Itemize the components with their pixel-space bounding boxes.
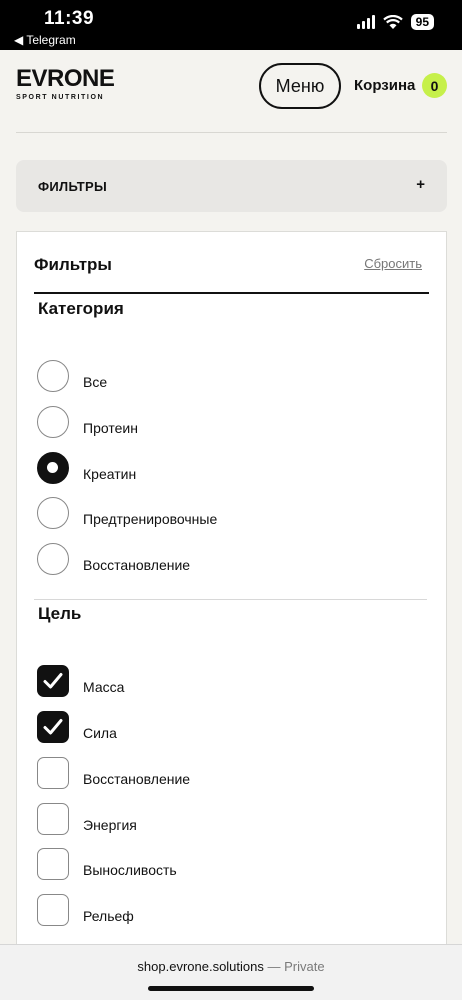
radio-button[interactable] xyxy=(37,360,69,392)
back-to-telegram-link[interactable]: ◀ Telegram xyxy=(14,33,76,47)
cart-link[interactable]: Корзина xyxy=(354,77,415,94)
url-host: shop.evrone.solutions xyxy=(137,959,264,974)
goal-option[interactable]: Сила xyxy=(35,711,425,745)
goal-option[interactable]: Энергия xyxy=(35,803,425,837)
option-label: Все xyxy=(83,374,108,390)
url-display[interactable]: shop.evrone.solutions — Private xyxy=(0,959,462,974)
header-divider xyxy=(16,132,447,133)
option-label: Восстановление xyxy=(83,771,191,787)
status-bar: 11:39 ◀ Telegram 95 xyxy=(0,0,462,50)
battery-icon: 95 xyxy=(410,14,434,30)
option-label: Рельеф xyxy=(83,908,134,924)
plus-icon: + xyxy=(416,176,425,193)
home-indicator[interactable] xyxy=(148,986,314,991)
goal-section-title: Цель xyxy=(38,604,82,623)
checkbox-checked[interactable] xyxy=(37,711,69,743)
private-mode-label: — Private xyxy=(263,959,325,974)
goal-option[interactable]: Восстановление xyxy=(35,757,425,791)
checkbox[interactable] xyxy=(37,757,69,789)
filters-accordion-toggle[interactable]: ФИЛЬТРЫ + xyxy=(16,160,447,212)
radio-button[interactable] xyxy=(37,406,69,438)
title-divider xyxy=(34,292,429,294)
checkbox[interactable] xyxy=(37,894,69,926)
option-label: Масса xyxy=(83,679,125,695)
option-label: Предтренировочные xyxy=(83,511,218,527)
filters-panel: Фильтры Сбросить Категория Все Протеин К… xyxy=(16,231,447,1000)
category-option[interactable]: Восстановление xyxy=(35,543,425,577)
radio-button-selected[interactable] xyxy=(37,452,69,484)
status-icons: 95 xyxy=(356,14,434,30)
menu-button[interactable]: Меню xyxy=(259,63,341,109)
radio-button[interactable] xyxy=(37,497,69,529)
goal-option[interactable]: Выносливость xyxy=(35,848,425,882)
option-label: Восстановление xyxy=(83,557,191,573)
logo-wordmark: EVRONE xyxy=(16,65,115,92)
wifi-icon xyxy=(382,14,403,29)
category-option[interactable]: Все xyxy=(35,360,425,394)
option-label: Энергия xyxy=(83,817,137,833)
option-label: Сила xyxy=(83,725,117,741)
cart-count-badge[interactable]: 0 xyxy=(422,73,447,98)
brand-logo[interactable]: EVRONE SPORT NUTRITION xyxy=(16,65,115,102)
checkmark-icon xyxy=(43,673,63,689)
checkbox-checked[interactable] xyxy=(37,665,69,697)
option-label: Креатин xyxy=(83,466,137,482)
checkbox[interactable] xyxy=(37,848,69,880)
signal-icon xyxy=(356,15,375,29)
category-option[interactable]: Предтренировочные xyxy=(35,497,425,531)
browser-address-bar[interactable]: shop.evrone.solutions — Private xyxy=(0,944,462,1000)
category-section-title: Категория xyxy=(38,299,124,318)
goal-option[interactable]: Масса xyxy=(35,665,425,699)
reset-filters-link[interactable]: Сбросить xyxy=(364,256,422,271)
goal-option[interactable]: Рельеф xyxy=(35,894,425,928)
section-divider xyxy=(34,599,427,600)
option-label: Протеин xyxy=(83,420,138,436)
accordion-label: ФИЛЬТРЫ xyxy=(38,179,108,194)
checkbox[interactable] xyxy=(37,803,69,835)
filters-title: Фильтры xyxy=(34,255,112,274)
logo-tagline: SPORT NUTRITION xyxy=(16,94,105,101)
category-option[interactable]: Креатин xyxy=(35,452,425,486)
option-label: Выносливость xyxy=(83,862,177,878)
category-option[interactable]: Протеин xyxy=(35,406,425,440)
site-header: EVRONE SPORT NUTRITION Меню Корзина 0 xyxy=(0,50,462,122)
checkmark-icon xyxy=(43,719,63,735)
radio-button[interactable] xyxy=(37,543,69,575)
status-time: 11:39 xyxy=(44,8,95,29)
